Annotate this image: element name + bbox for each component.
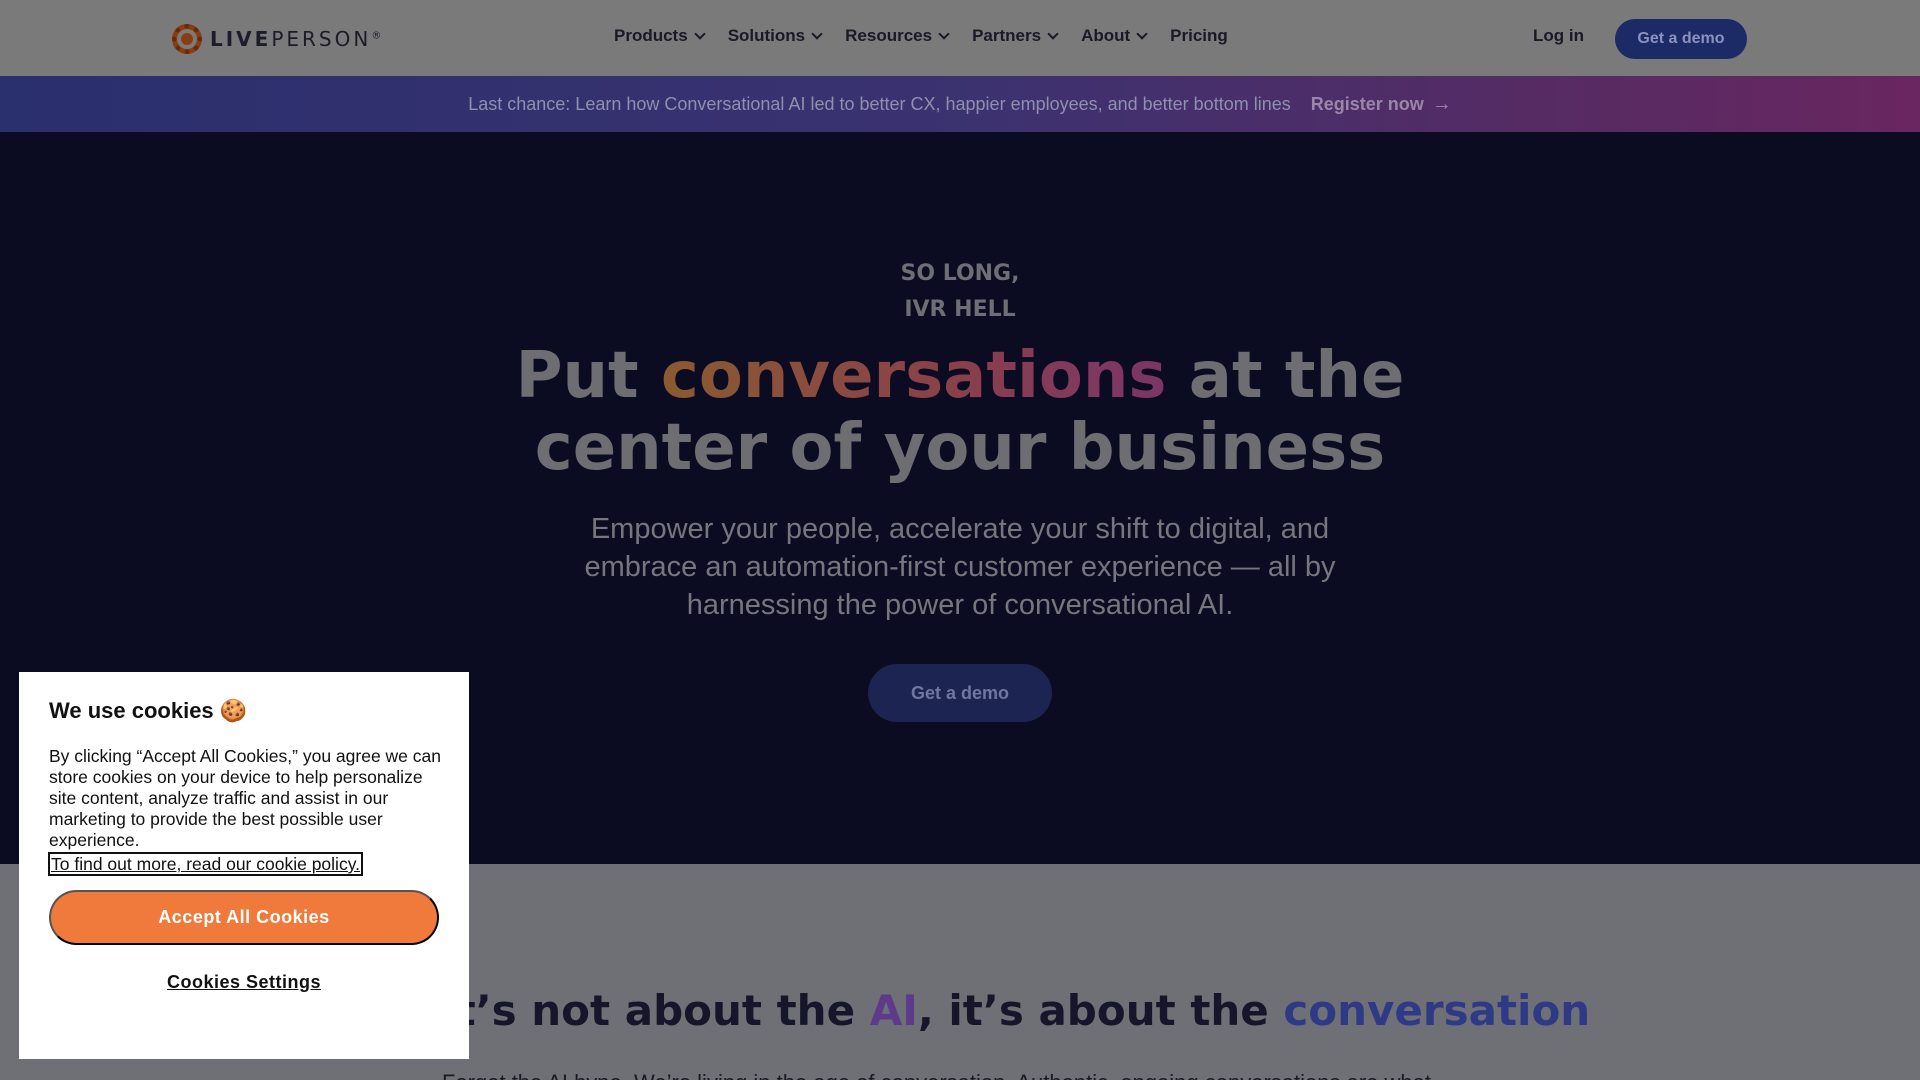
banner-text: Last chance: Learn how Conversational AI…: [468, 93, 1291, 114]
logo-wordmark: LIVEPERSON®: [210, 27, 382, 51]
liveperson-logo[interactable]: LIVEPERSON®: [172, 24, 381, 54]
section-title-conversation: conversation: [1283, 986, 1591, 1035]
chevron-down-icon: [1047, 27, 1059, 40]
hero-subtitle: Empower your people, accelerate your shi…: [584, 513, 1336, 621]
nav-pricing[interactable]: Pricing: [1170, 26, 1228, 46]
arrow-right-icon: →: [1431, 92, 1452, 115]
header-get-demo-button[interactable]: Get a demo: [1615, 19, 1747, 59]
hero-eyebrow: SO LONG, IVR HELL: [0, 256, 1920, 328]
chevron-down-icon: [811, 27, 823, 40]
main-nav: Products Solutions Resources Partners Ab…: [614, 26, 1252, 46]
cookie-title: We use cookies 🍪: [49, 698, 248, 723]
cookie-consent-dialog: We use cookies 🍪 By clicking “Accept All…: [19, 672, 469, 1059]
nav-partners[interactable]: Partners: [972, 26, 1059, 46]
chevron-down-icon: [1136, 27, 1148, 40]
section-title: It’s not about the AI, it’s about the co…: [440, 986, 1591, 1035]
chevron-down-icon: [694, 27, 706, 40]
login-link[interactable]: Log in: [1533, 26, 1584, 46]
section-title-ai: AI: [869, 986, 918, 1035]
section-body: Forget the AI hype. We’re living in the …: [442, 1070, 1431, 1080]
nav-products[interactable]: Products: [614, 26, 706, 46]
eyebrow-line-2: IVR HELL: [904, 297, 1016, 322]
register-now-link[interactable]: Register now →: [1311, 93, 1452, 116]
site-header: LIVEPERSON® Products Solutions Resources…: [0, 0, 1920, 76]
announcement-banner: Last chance: Learn how Conversational AI…: [0, 76, 1920, 132]
chevron-down-icon: [938, 27, 950, 40]
logo-sun-icon: [172, 24, 202, 54]
cookies-settings-button[interactable]: Cookies Settings: [49, 972, 439, 993]
eyebrow-line-1: SO LONG,: [900, 261, 1020, 286]
hero-title-highlight: conversations: [660, 339, 1167, 413]
register-now-label: Register now: [1310, 93, 1424, 114]
cookie-body: By clicking “Accept All Cookies,” you ag…: [49, 746, 441, 850]
nav-resources[interactable]: Resources: [845, 26, 950, 46]
cookie-policy-link[interactable]: To find out more, read our cookie policy…: [48, 852, 364, 876]
accept-all-cookies-button[interactable]: Accept All Cookies: [49, 890, 439, 945]
nav-about[interactable]: About: [1081, 26, 1148, 46]
nav-solutions[interactable]: Solutions: [728, 26, 823, 46]
hero-title: Put conversations at the center of your …: [515, 339, 1405, 485]
hero-get-demo-button[interactable]: Get a demo: [868, 664, 1052, 722]
